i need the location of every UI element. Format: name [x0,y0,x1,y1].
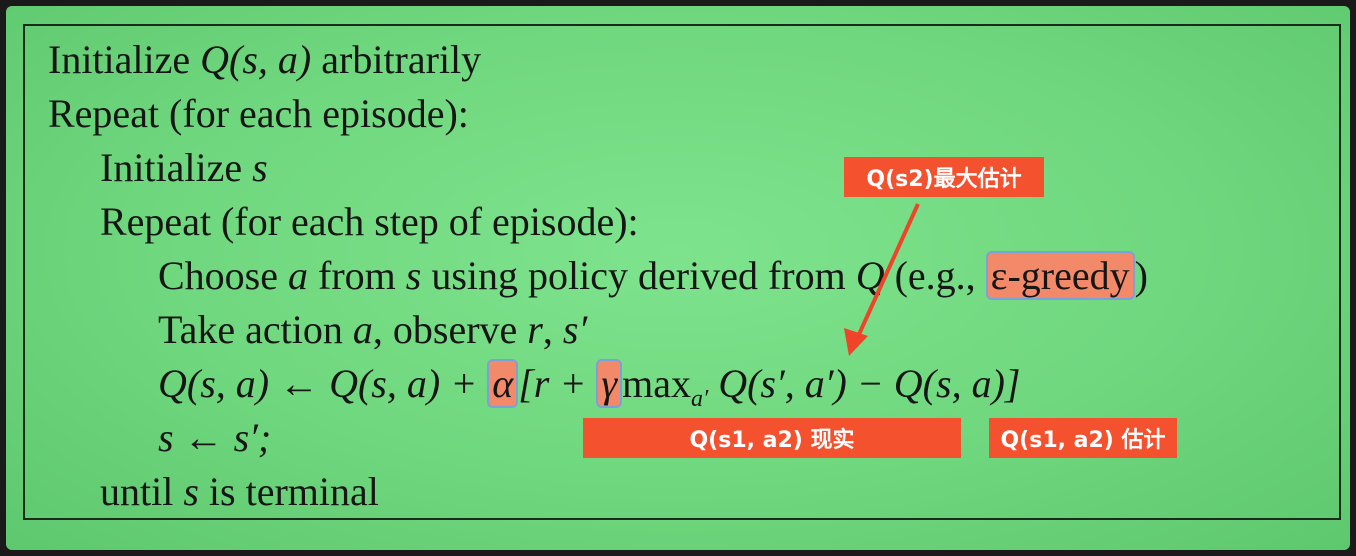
slide: Initialize Q(s, a) arbitrarily Repeat (f… [6,6,1350,550]
arrow-to-max-term [844,203,920,356]
arrow-shaft [854,203,920,342]
arrow-head [844,328,868,356]
